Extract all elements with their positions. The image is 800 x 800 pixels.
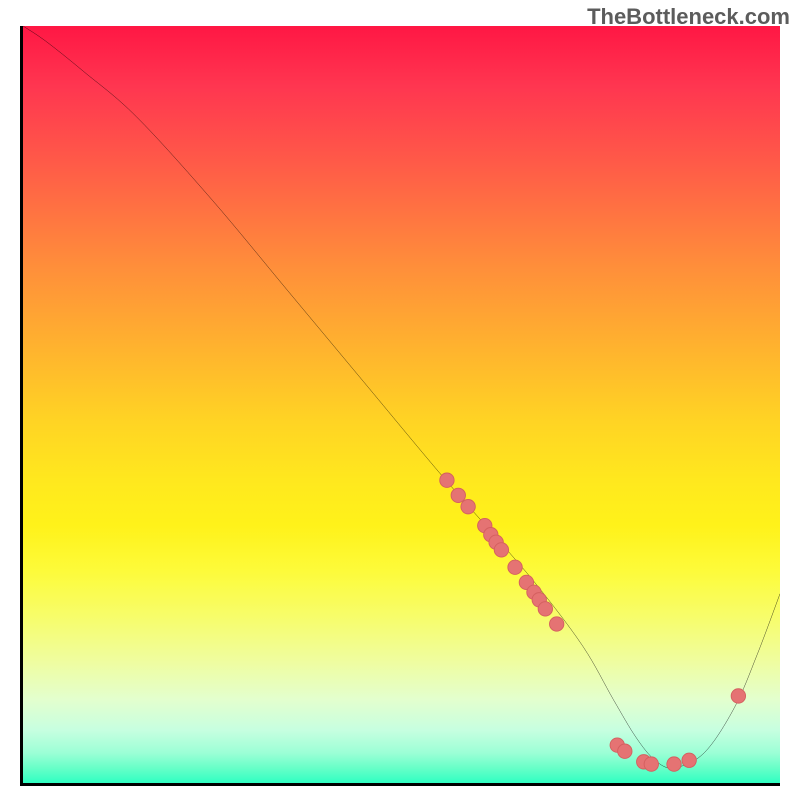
data-markers bbox=[440, 473, 746, 771]
data-marker bbox=[538, 602, 552, 616]
plot-area bbox=[20, 26, 780, 786]
data-marker bbox=[731, 689, 745, 703]
data-marker bbox=[644, 757, 658, 771]
data-marker bbox=[494, 543, 508, 557]
chart-container: TheBottleneck.com bbox=[0, 0, 800, 800]
watermark-text: TheBottleneck.com bbox=[587, 4, 790, 30]
data-marker bbox=[508, 560, 522, 574]
bottleneck-curve bbox=[23, 26, 780, 768]
data-marker bbox=[451, 488, 465, 502]
chart-svg bbox=[23, 26, 780, 783]
data-marker bbox=[618, 744, 632, 758]
data-marker bbox=[461, 500, 475, 514]
data-marker bbox=[440, 473, 454, 487]
data-marker bbox=[682, 753, 696, 767]
data-marker bbox=[549, 617, 563, 631]
data-marker bbox=[667, 757, 681, 771]
